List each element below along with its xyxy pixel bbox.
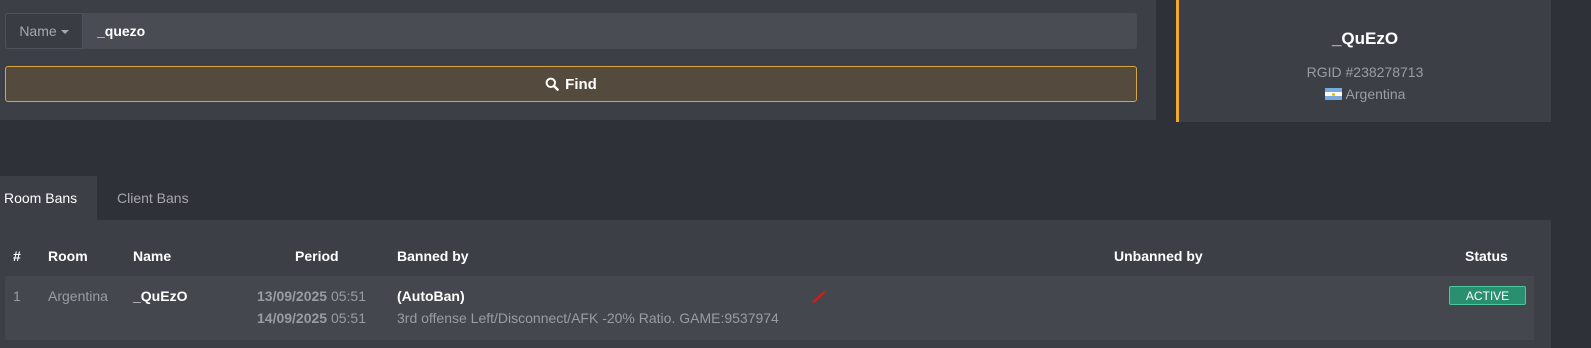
row-index: 1 [13, 288, 21, 304]
player-profile-card: _QuEzO RGID #238278713 Argentina [1176, 0, 1551, 122]
header-index: # [13, 248, 21, 264]
header-name: Name [133, 248, 172, 264]
row-player-name[interactable]: _QuEzO [133, 288, 187, 304]
argentina-flag-icon [1324, 88, 1342, 100]
search-row: Name [5, 13, 1137, 49]
period-start-time: 05:51 [330, 288, 367, 304]
annotation-mark-icon [812, 291, 826, 303]
period-start: 13/09/2025 05:51 [257, 288, 366, 304]
header-banned-by: Banned by [397, 248, 469, 264]
header-period: Period [295, 248, 339, 264]
search-type-dropdown[interactable]: Name [5, 13, 83, 49]
tab-client-bans[interactable]: Client Bans [97, 176, 203, 220]
period-end: 14/09/2025 05:51 [257, 310, 366, 326]
player-country: Argentina [1179, 86, 1551, 102]
search-panel: Name Find [0, 0, 1156, 120]
caret-down-icon [60, 30, 69, 34]
status-badge: ACTIVE [1449, 286, 1526, 305]
search-input[interactable] [83, 13, 1137, 49]
period-start-date: 13/09/2025 [257, 288, 328, 304]
find-button[interactable]: Find [5, 66, 1137, 102]
table-row[interactable] [5, 276, 1534, 340]
row-ban-reason: 3rd offense Left/Disconnect/AFK -20% Rat… [397, 310, 779, 326]
tab-room-bans[interactable]: Room Bans [0, 176, 97, 220]
row-banned-by: (AutoBan) [397, 288, 465, 304]
ban-tabs: Room Bans Client Bans [0, 176, 203, 220]
header-room: Room [48, 248, 88, 264]
player-rgid: RGID #238278713 [1306, 64, 1424, 80]
player-name: _QuEzO [1331, 29, 1399, 48]
header-unbanned-by: Unbanned by [1114, 248, 1203, 264]
bans-table: # Room Name Period Banned by Unbanned by… [0, 220, 1551, 348]
header-status: Status [1465, 248, 1508, 264]
search-icon [545, 77, 559, 91]
find-button-label: Find [565, 75, 597, 93]
search-type-label: Name [19, 23, 57, 39]
period-end-date: 14/09/2025 [257, 310, 328, 326]
row-room: Argentina [48, 288, 108, 304]
player-country-label: Argentina [1345, 86, 1406, 102]
period-end-time: 05:51 [330, 310, 367, 326]
